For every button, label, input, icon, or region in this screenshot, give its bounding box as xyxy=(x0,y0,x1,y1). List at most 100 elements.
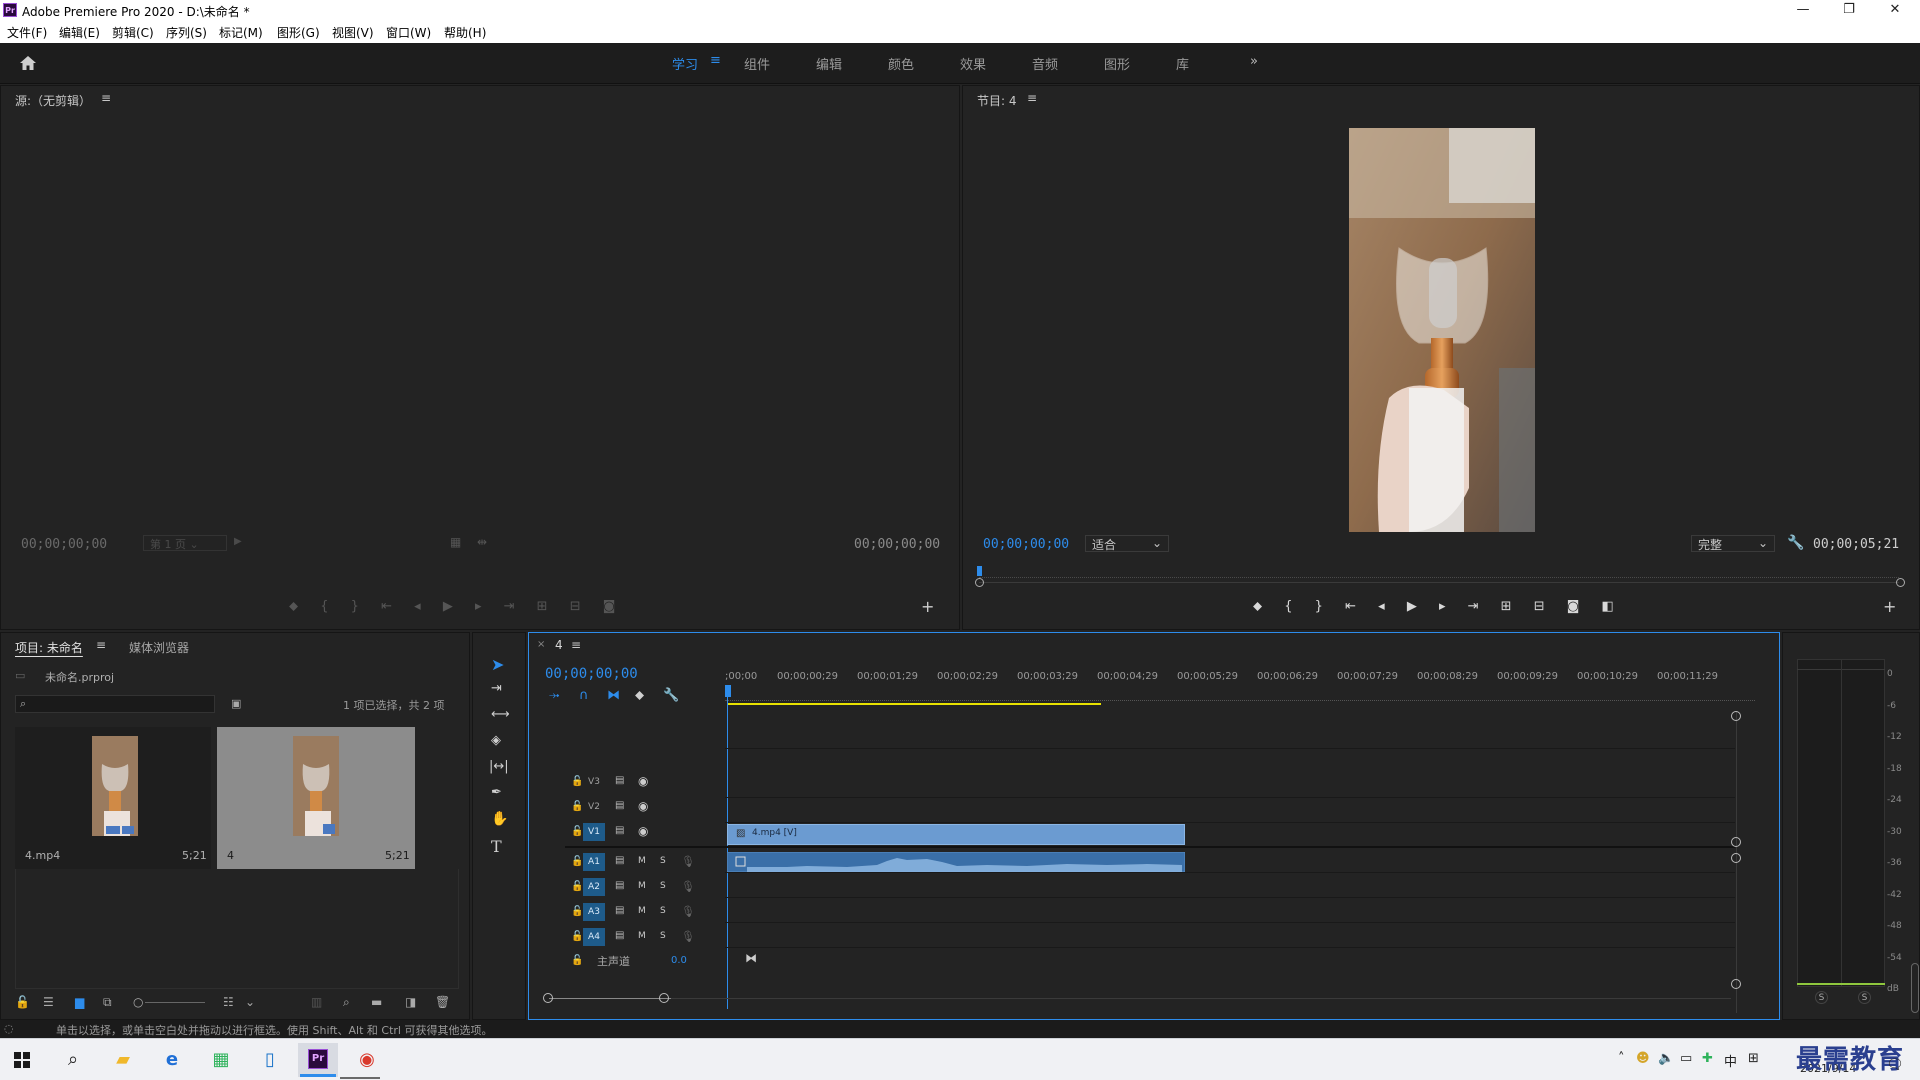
project-item-sequence[interactable]: 4 5;21 xyxy=(217,727,415,869)
timeline-timecode[interactable]: 00;00;00;00 xyxy=(545,666,638,682)
tablet-app-icon[interactable]: ▯ xyxy=(255,1045,285,1075)
overwrite-icon[interactable]: ⊟ xyxy=(570,599,581,614)
workspace-tab-audio[interactable]: 音频 xyxy=(1032,54,1058,73)
type-tool-icon[interactable]: T xyxy=(491,837,502,856)
close-button[interactable]: ✕ xyxy=(1872,0,1918,21)
lock-icon[interactable]: 🔓 xyxy=(571,906,583,917)
step-forward-icon[interactable]: ▸ xyxy=(475,599,482,614)
zoom-handle-left[interactable] xyxy=(543,993,553,1003)
workspace-tab-learning[interactable]: 学习 xyxy=(672,54,698,73)
audio-clip[interactable] xyxy=(727,852,1185,872)
meter-scroll-handle[interactable] xyxy=(1911,963,1919,1013)
icon-view-icon[interactable]: ▆ xyxy=(75,995,84,1009)
lock-icon[interactable]: 🔓 xyxy=(571,931,583,942)
workspace-tab-editing[interactable]: 编辑 xyxy=(816,54,842,73)
track-a1[interactable]: A1 xyxy=(583,853,605,871)
step-back-icon[interactable]: ◂ xyxy=(414,599,421,614)
trash-icon[interactable]: 🗑 xyxy=(435,995,450,1009)
workspace-tab-color[interactable]: 颜色 xyxy=(888,54,914,73)
scroll-handle[interactable] xyxy=(1731,979,1741,989)
zoom-handle-right[interactable] xyxy=(659,993,669,1003)
lock-icon[interactable]: 🔓 xyxy=(571,881,583,892)
work-area-bar[interactable] xyxy=(727,703,1101,705)
eye-icon[interactable]: ◉ xyxy=(638,824,648,838)
snap-magnet-icon[interactable]: ∩ xyxy=(579,688,589,703)
sequence-tab[interactable]: 4 xyxy=(555,638,563,652)
zoom-level-select[interactable]: 适合 ⌄ xyxy=(1085,535,1169,552)
track-a4[interactable]: A4 xyxy=(583,928,605,946)
menu-help[interactable]: 帮助(H) xyxy=(444,24,486,41)
more-workspaces-icon[interactable]: » xyxy=(1250,54,1258,69)
program-video-frame[interactable] xyxy=(1349,128,1535,532)
mute-button[interactable]: M xyxy=(638,906,646,916)
sync-lock-icon[interactable]: ▤ xyxy=(615,825,624,836)
ime-indicator[interactable]: 中 xyxy=(1724,1051,1737,1070)
solo-right-button[interactable]: S xyxy=(1858,991,1871,1004)
play-icon[interactable]: ▶ xyxy=(443,599,453,614)
source-transport-controls[interactable]: ⬥ { } ⇤ ◂ ▶ ▸ ⇥ ⊞ ⊟ ◙ xyxy=(289,599,615,614)
panel-menu-icon[interactable]: ≡ xyxy=(101,91,111,105)
mute-button[interactable]: M xyxy=(638,931,646,941)
master-volume-value[interactable]: 0.0 xyxy=(671,955,687,966)
minimize-button[interactable]: — xyxy=(1780,0,1826,21)
add-marker-icon[interactable]: ⬥ xyxy=(635,688,644,703)
menu-window[interactable]: 窗口(W) xyxy=(386,24,431,41)
program-playhead[interactable] xyxy=(977,566,982,576)
premiere-taskbar-button[interactable]: Pr xyxy=(298,1043,338,1077)
menu-sequence[interactable]: 序列(S) xyxy=(166,24,207,41)
chrome-browser-icon[interactable]: ◉ xyxy=(352,1045,382,1075)
horizontal-scroll-track[interactable] xyxy=(671,998,1731,999)
play-icon[interactable]: ▶ xyxy=(1407,599,1417,614)
play-arrow-icon[interactable]: ▶ xyxy=(234,536,242,547)
program-transport-controls[interactable]: ⬥ { } ⇤ ◂ ▶ ▸ ⇥ ⊞ ⊟ ◙ ◧ xyxy=(1253,599,1614,614)
linked-selection-icon[interactable]: ⧓ xyxy=(607,688,620,703)
solo-button[interactable]: S xyxy=(660,931,666,941)
panel-menu-icon[interactable]: ≡ xyxy=(96,638,106,652)
sort-icons-icon[interactable]: ☷ xyxy=(223,995,234,1009)
razor-tool-icon[interactable]: ◈ xyxy=(491,733,501,748)
security-icon[interactable]: ✚ xyxy=(1702,1051,1713,1066)
comparison-view-icon[interactable]: ◧ xyxy=(1602,599,1614,614)
solo-button[interactable]: S xyxy=(660,881,666,891)
project-search-input[interactable]: ⌕ xyxy=(15,695,215,713)
add-button-icon[interactable]: + xyxy=(1883,597,1896,616)
lock-icon[interactable]: 🔓 xyxy=(571,801,583,812)
track-select-tool-icon[interactable]: ⇥ xyxy=(491,681,502,696)
timeline-ruler[interactable]: ;00;00 00;00;00;29 00;00;01;29 00;00;02;… xyxy=(725,671,1755,693)
mark-in-icon[interactable]: { xyxy=(320,599,328,614)
network-icon[interactable]: ▭ xyxy=(1680,1051,1692,1066)
nest-icon[interactable]: ⤞ xyxy=(549,688,559,703)
microphone-icon[interactable]: 🎙 xyxy=(681,880,695,893)
sync-lock-icon[interactable]: ▤ xyxy=(615,800,624,811)
hand-tool-icon[interactable]: ✋ xyxy=(491,811,508,827)
mark-in-icon[interactable]: { xyxy=(1284,599,1292,614)
windows-start-icon[interactable] xyxy=(14,1052,30,1068)
track-v2[interactable]: V2 xyxy=(583,798,605,816)
program-zoom-scroll[interactable] xyxy=(979,582,1899,583)
eye-icon[interactable]: ◉ xyxy=(638,799,648,813)
insert-icon[interactable]: ⊞ xyxy=(537,599,548,614)
menu-view[interactable]: 视图(V) xyxy=(332,24,374,41)
list-view-icon[interactable]: ☰ xyxy=(43,995,54,1009)
lift-icon[interactable]: ⊞ xyxy=(1501,599,1512,614)
sync-lock-icon[interactable]: ▤ xyxy=(615,930,624,941)
export-frame-icon[interactable]: ◙ xyxy=(1567,599,1580,614)
freeform-view-icon[interactable]: ⧉ xyxy=(103,995,112,1010)
playback-resolution-select[interactable]: 完整 ⌄ xyxy=(1691,535,1775,552)
zoom-slider-track[interactable] xyxy=(145,1002,205,1003)
track-a2[interactable]: A2 xyxy=(583,878,605,896)
new-item-icon[interactable]: ◨ xyxy=(405,995,416,1009)
camera-icon[interactable]: ◙ xyxy=(603,599,616,614)
microphone-icon[interactable]: 🎙 xyxy=(681,930,695,943)
mute-button[interactable]: M xyxy=(638,856,646,866)
solo-left-button[interactable]: S xyxy=(1815,991,1828,1004)
go-to-end-icon[interactable]: ⧓ xyxy=(745,951,757,965)
drag-video-icon[interactable]: ⇹ xyxy=(477,535,487,549)
lock-icon[interactable]: 🔓 xyxy=(571,826,583,837)
timeline-playhead[interactable] xyxy=(725,685,731,697)
close-tab-icon[interactable]: × xyxy=(537,639,545,650)
notification-icon[interactable]: 🗨 xyxy=(1886,1057,1904,1073)
panel-menu-icon[interactable]: ≡ xyxy=(1027,91,1037,105)
menu-graphics[interactable]: 图形(G) xyxy=(277,24,320,41)
restore-button[interactable]: ❐ xyxy=(1826,0,1872,21)
